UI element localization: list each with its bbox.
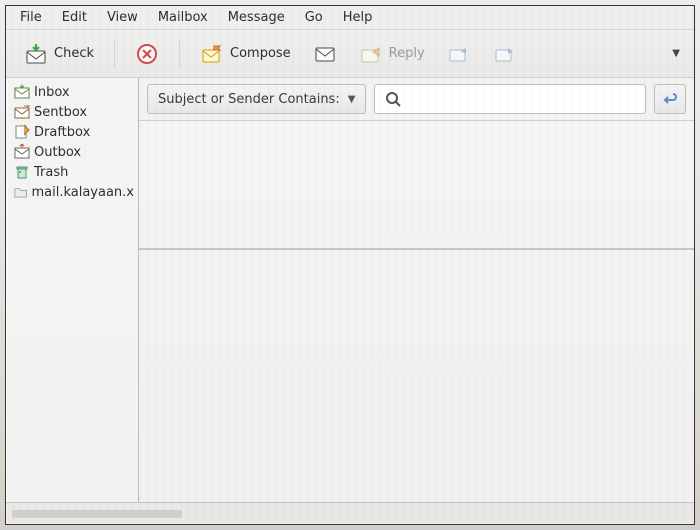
message-list-pane[interactable] bbox=[139, 120, 694, 250]
cancel-icon bbox=[135, 42, 159, 66]
chevron-down-icon: ▼ bbox=[348, 94, 356, 105]
menu-message[interactable]: Message bbox=[218, 7, 295, 28]
forward-button[interactable] bbox=[487, 38, 523, 70]
reply-label: Reply bbox=[389, 46, 425, 61]
compose-label: Compose bbox=[230, 46, 291, 61]
menu-go[interactable]: Go bbox=[295, 7, 333, 28]
sentbox-icon bbox=[14, 104, 30, 120]
toolbar-separator bbox=[179, 39, 180, 69]
folder-account[interactable]: mail.kalayaan.x bbox=[6, 182, 138, 202]
forward-icon bbox=[493, 42, 517, 66]
arrow-return-icon bbox=[662, 91, 678, 107]
folder-trash[interactable]: Trash bbox=[6, 162, 138, 182]
folder-draftbox[interactable]: Draftbox bbox=[6, 122, 138, 142]
toolbar: Check Compose bbox=[6, 30, 694, 78]
folder-label: Inbox bbox=[34, 85, 70, 100]
folder-inbox[interactable]: Inbox bbox=[6, 82, 138, 102]
folder-label: mail.kalayaan.x bbox=[31, 185, 134, 200]
status-progress bbox=[12, 510, 182, 518]
search-input[interactable] bbox=[409, 92, 635, 107]
filter-dropdown[interactable]: Subject or Sender Contains: ▼ bbox=[147, 84, 366, 114]
compose-button[interactable]: Compose bbox=[194, 38, 297, 70]
folder-label: Outbox bbox=[34, 145, 81, 160]
check-mail-button[interactable]: Check bbox=[18, 38, 100, 70]
search-field-wrap[interactable] bbox=[374, 84, 646, 114]
compose-icon bbox=[200, 42, 224, 66]
message-preview-pane[interactable] bbox=[139, 250, 694, 502]
filter-label: Subject or Sender Contains: bbox=[158, 92, 340, 107]
toolbar-separator bbox=[114, 39, 115, 69]
reply-all-icon bbox=[447, 42, 471, 66]
toolbar-menu-button[interactable]: ▼ bbox=[666, 44, 686, 63]
folder-icon bbox=[14, 184, 27, 200]
search-icon bbox=[385, 91, 401, 107]
chevron-down-icon: ▼ bbox=[672, 48, 680, 59]
folder-label: Trash bbox=[34, 165, 68, 180]
status-bar bbox=[6, 502, 694, 524]
check-mail-label: Check bbox=[54, 46, 94, 61]
cancel-button[interactable] bbox=[129, 38, 165, 70]
body-area: Inbox Sentbox Draftbox bbox=[6, 78, 694, 502]
app-window: File Edit View Mailbox Message Go Help C… bbox=[5, 5, 695, 525]
menu-edit[interactable]: Edit bbox=[52, 7, 97, 28]
folder-sentbox[interactable]: Sentbox bbox=[6, 102, 138, 122]
go-search-button[interactable] bbox=[654, 84, 686, 114]
menu-mailbox[interactable]: Mailbox bbox=[148, 7, 218, 28]
outbox-icon bbox=[14, 144, 30, 160]
main-pane: Subject or Sender Contains: ▼ bbox=[139, 78, 694, 502]
menu-help[interactable]: Help bbox=[333, 7, 383, 28]
folder-outbox[interactable]: Outbox bbox=[6, 142, 138, 162]
draftbox-icon bbox=[14, 124, 30, 140]
folder-sidebar: Inbox Sentbox Draftbox bbox=[6, 78, 139, 502]
filter-bar: Subject or Sender Contains: ▼ bbox=[139, 78, 694, 120]
trash-icon bbox=[14, 164, 30, 180]
menu-bar: File Edit View Mailbox Message Go Help bbox=[6, 6, 694, 30]
mail-button[interactable] bbox=[307, 38, 343, 70]
folder-label: Draftbox bbox=[34, 125, 90, 140]
menu-view[interactable]: View bbox=[97, 7, 148, 28]
reply-all-button[interactable] bbox=[441, 38, 477, 70]
download-mail-icon bbox=[24, 42, 48, 66]
reply-button[interactable]: Reply bbox=[353, 38, 431, 70]
reply-icon bbox=[359, 42, 383, 66]
envelope-icon bbox=[313, 42, 337, 66]
folder-label: Sentbox bbox=[34, 105, 87, 120]
inbox-icon bbox=[14, 84, 30, 100]
menu-file[interactable]: File bbox=[10, 7, 52, 28]
